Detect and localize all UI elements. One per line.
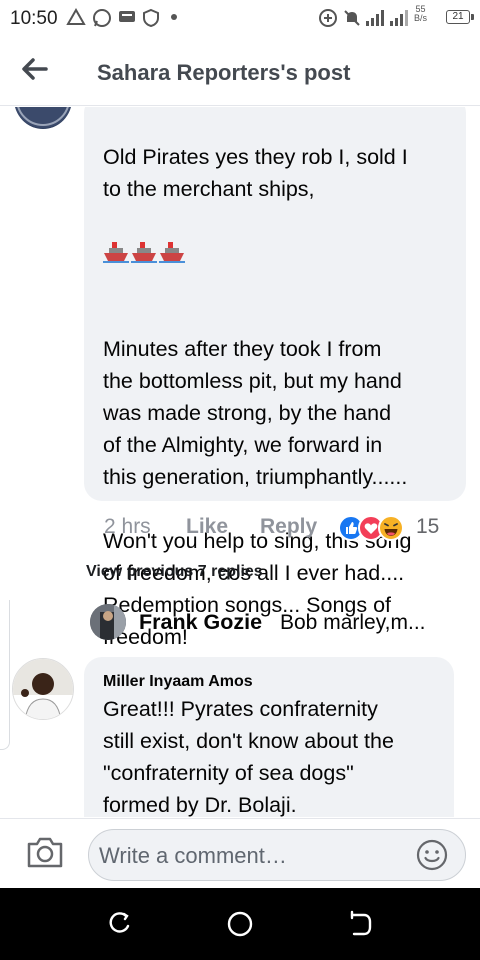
ship-emoji-group xyxy=(103,241,187,265)
commenter-avatar[interactable] xyxy=(14,107,72,129)
data-saver-icon xyxy=(318,8,338,33)
smiley-icon xyxy=(416,839,448,871)
reply-author[interactable]: Frank Gozie xyxy=(139,610,262,635)
signal-icon xyxy=(388,8,410,33)
reply-button[interactable]: Reply xyxy=(260,515,317,539)
header: Sahara Reporters's post xyxy=(0,36,480,106)
comment-text-part-1: Old Pirates yes they rob I, sold I to th… xyxy=(103,145,408,201)
shield-icon xyxy=(142,8,160,33)
signal-icon xyxy=(364,8,386,33)
warning-icon xyxy=(66,7,86,31)
miller-avatar[interactable] xyxy=(12,658,74,720)
network-speed: 55 B/s xyxy=(414,5,427,23)
comment-text-part-2: Minutes after they took I from the botto… xyxy=(103,337,412,649)
comment-time: 2 hrs xyxy=(104,515,151,538)
system-navigation-bar xyxy=(0,888,480,960)
recent-apps-button[interactable] xyxy=(106,910,134,938)
thread-connector xyxy=(0,600,10,750)
comment-composer: Write a comment… xyxy=(0,818,480,888)
battery-icon: 21 xyxy=(446,10,474,24)
reply-avatar[interactable] xyxy=(90,604,126,640)
camera-icon xyxy=(27,837,63,868)
ship-emoji-icon xyxy=(159,242,185,263)
haha-reaction-icon xyxy=(378,515,404,541)
reaction-count: 15 xyxy=(416,515,440,538)
comment-input[interactable]: Write a comment… xyxy=(88,829,466,881)
reply-comment-author[interactable]: Miller Inyaam Amos xyxy=(103,673,253,691)
emoji-button[interactable] xyxy=(415,838,449,872)
ship-emoji-icon xyxy=(103,242,129,263)
home-circle-icon xyxy=(227,911,253,937)
home-button[interactable] xyxy=(226,910,254,938)
back-button[interactable] xyxy=(18,54,52,84)
dot-icon xyxy=(170,6,178,31)
network-speed-unit: B/s xyxy=(414,13,428,23)
ship-emoji-icon xyxy=(131,242,157,263)
reply-comment-text: Great!!! Pyrates confraternity still exi… xyxy=(103,697,394,817)
comment-thread: Old Pirates yes they rob I, sold I to th… xyxy=(0,107,480,817)
back-arrow-icon xyxy=(22,58,48,80)
status-time: 10:50 xyxy=(10,8,58,29)
status-bar: 10:50 55 B/s 21 xyxy=(0,0,480,36)
like-button[interactable]: Like xyxy=(186,515,228,539)
comment-bubble[interactable]: Old Pirates yes they rob I, sold I to th… xyxy=(84,107,466,649)
battery-level: 21 xyxy=(452,11,464,22)
mute-icon xyxy=(342,8,362,33)
recent-apps-icon xyxy=(109,912,130,933)
message-icon xyxy=(118,8,136,31)
comment-input-placeholder: Write a comment… xyxy=(99,843,287,868)
reply-comment-bubble[interactable]: Miller Inyaam Amos Great!!! Pyrates conf… xyxy=(84,657,454,817)
reactions-summary[interactable] xyxy=(338,515,412,543)
reply-preview-text[interactable]: Bob marley,m... xyxy=(280,611,425,635)
view-previous-replies-link[interactable]: View previous 7 replies xyxy=(86,563,263,581)
back-nav-button[interactable] xyxy=(346,910,374,938)
camera-button[interactable] xyxy=(26,835,64,869)
whatsapp-icon xyxy=(92,8,112,33)
back-nav-icon xyxy=(350,910,372,936)
page-title: Sahara Reporters's post xyxy=(97,60,351,85)
